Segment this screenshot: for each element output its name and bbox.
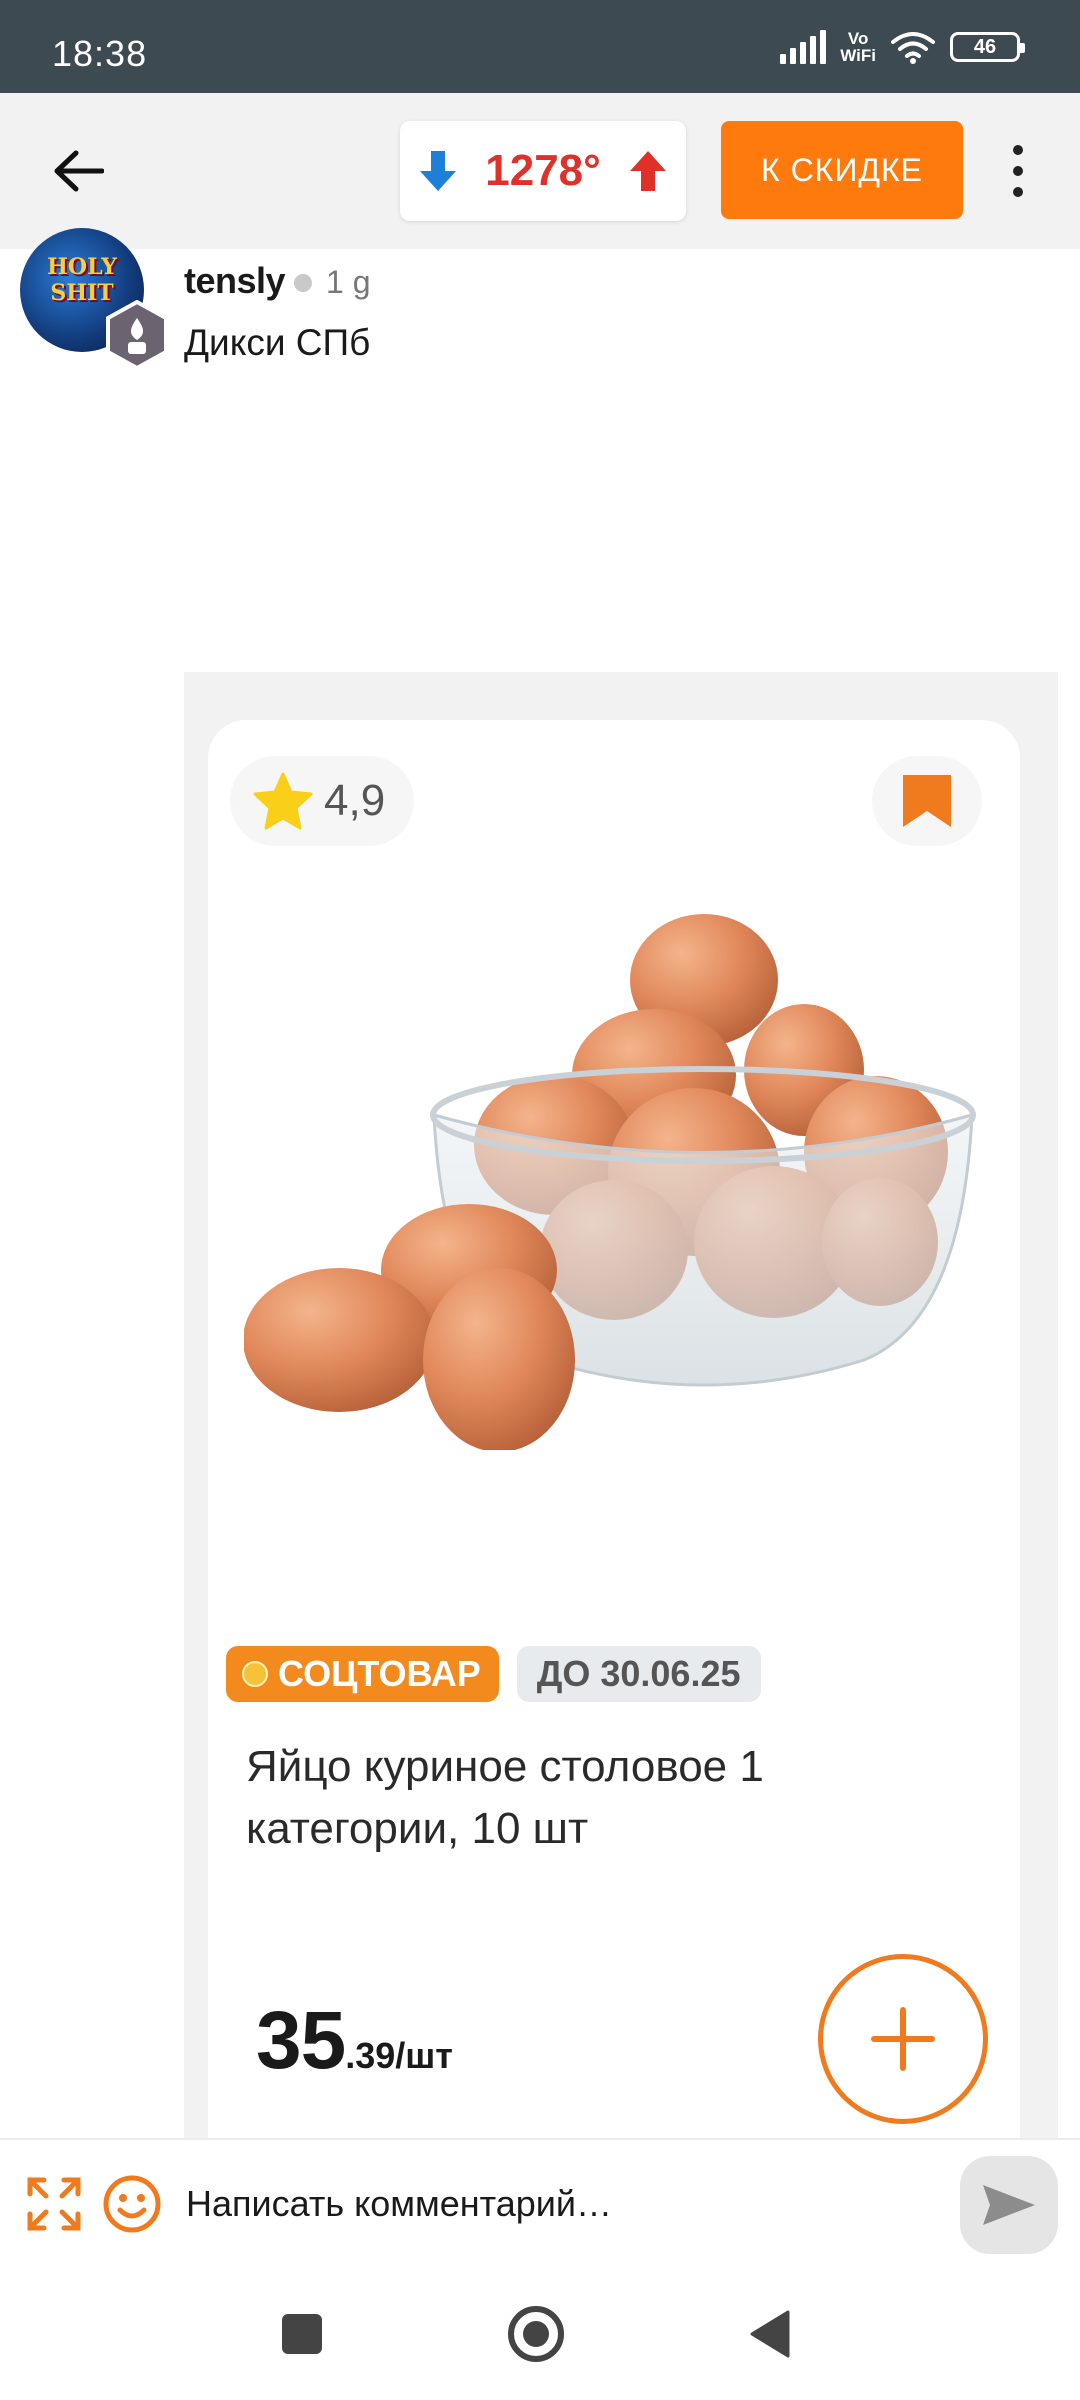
go-to-deal-button[interactable]: К СКИДКЕ (721, 121, 963, 219)
deal-temperature: 1278° (400, 121, 686, 221)
avatar-lettering: HOLY SHIT (47, 254, 117, 306)
expand-icon[interactable] (26, 2176, 82, 2232)
wifi-icon (891, 32, 935, 64)
send-icon (983, 2185, 1035, 2225)
battery-icon: 46 (950, 32, 1025, 62)
vowifi-label: Vo WiFi (840, 29, 876, 65)
product-title: Яйцо куриное столовое 1 категории, 10 шт (246, 1742, 764, 1853)
plus-icon (871, 2007, 935, 2071)
product-rating: 4,9 (230, 756, 414, 846)
user-level-badge-icon (106, 300, 168, 370)
social-product-badge: СОЦТОВАР (226, 1646, 499, 1702)
valid-until-badge: ДО 30.06.25 (516, 1646, 761, 1702)
vote-up-icon[interactable] (628, 149, 668, 193)
product-price: 35 .39/шт (256, 1994, 453, 2088)
comment-time: 1 g (326, 264, 371, 300)
top-toolbar: 1278° К СКИДКЕ (0, 93, 1080, 249)
battery-level: 46 (973, 35, 997, 58)
more-options-button[interactable] (1000, 139, 1036, 203)
emoji-icon[interactable] (102, 2174, 162, 2234)
rating-value: 4,9 (324, 776, 386, 825)
online-dot (294, 274, 312, 292)
recents-button[interactable] (282, 2314, 322, 2354)
status-bar: 18:38 Vo WiFi 46 (0, 0, 1080, 93)
more-dot (1013, 187, 1023, 197)
social-product-label: СОЦТОВАР (278, 1653, 481, 1694)
coin-icon (242, 1661, 268, 1687)
comment-text: Дикси СПб (184, 322, 371, 363)
more-dot (1013, 145, 1023, 155)
home-dot (523, 2321, 549, 2347)
home-button[interactable] (508, 2306, 564, 2362)
bookmark-button (872, 756, 982, 846)
comment-input[interactable] (186, 2172, 916, 2236)
star-icon (253, 772, 313, 830)
bookmark-icon (903, 775, 951, 827)
status-icons: Vo WiFi 46 (780, 29, 1025, 65)
nav-back-icon[interactable] (748, 2310, 790, 2358)
eggs-bowl-image (244, 914, 976, 1450)
send-button[interactable] (960, 2156, 1058, 2254)
add-to-cart-button (818, 1954, 988, 2124)
comment-input-bar (0, 2138, 1080, 2266)
system-nav-bar (0, 2266, 1080, 2400)
price-integer: 35 (256, 1995, 346, 2086)
price-fraction: .39/шт (345, 2035, 453, 2076)
arrow-left-icon (54, 150, 104, 192)
vote-down-icon[interactable] (418, 149, 458, 193)
status-time: 18:38 (52, 33, 148, 74)
more-dot (1013, 166, 1023, 176)
temperature-value: 1278° (485, 146, 601, 195)
back-button[interactable] (40, 133, 116, 209)
product-badges: СОЦТОВАР ДО 30.06.25 (226, 1646, 761, 1702)
attached-image[interactable]: 4,9 СОЦТОВАР ДО 30.06.25 Яйцо куриное ст… (184, 672, 1058, 2138)
author-name[interactable]: tensly (184, 260, 286, 302)
signal-icon (780, 30, 827, 64)
product-card: 4,9 СОЦТОВАР ДО 30.06.25 Яйцо куриное ст… (208, 720, 1020, 2138)
